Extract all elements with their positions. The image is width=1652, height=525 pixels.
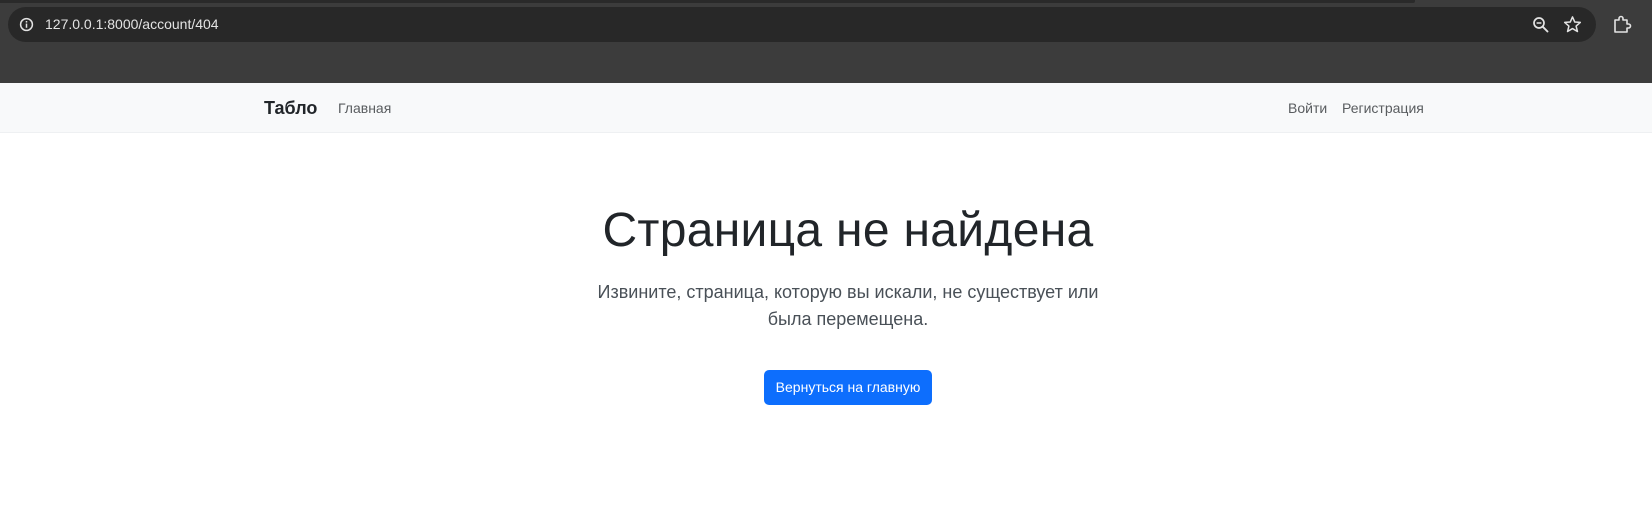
nav-home-link[interactable]: Главная — [338, 83, 391, 133]
address-bar[interactable]: 127.0.0.1:8000/account/404 — [8, 7, 1596, 42]
site-navbar: Табло Главная Войти Регистрация — [0, 83, 1652, 133]
zoom-icon[interactable] — [1532, 16, 1550, 34]
browser-toolbar: 127.0.0.1:8000/account/404 — [0, 0, 1652, 83]
page-title: Страница не найдена — [602, 204, 1094, 257]
brand-logo[interactable]: Табло — [264, 83, 317, 133]
extensions-icon[interactable] — [1612, 14, 1632, 34]
star-icon[interactable] — [1563, 15, 1582, 34]
url-text[interactable]: 127.0.0.1:8000/account/404 — [45, 7, 219, 42]
back-home-button[interactable]: Вернуться на главную — [764, 370, 932, 405]
error-message: Извините, страница, которую вы искали, н… — [597, 282, 1099, 329]
nav-register-link[interactable]: Регистрация — [1342, 83, 1424, 133]
nav-login-link[interactable]: Войти — [1288, 83, 1327, 133]
info-icon[interactable] — [19, 17, 34, 32]
tab-strip — [0, 0, 1415, 3]
